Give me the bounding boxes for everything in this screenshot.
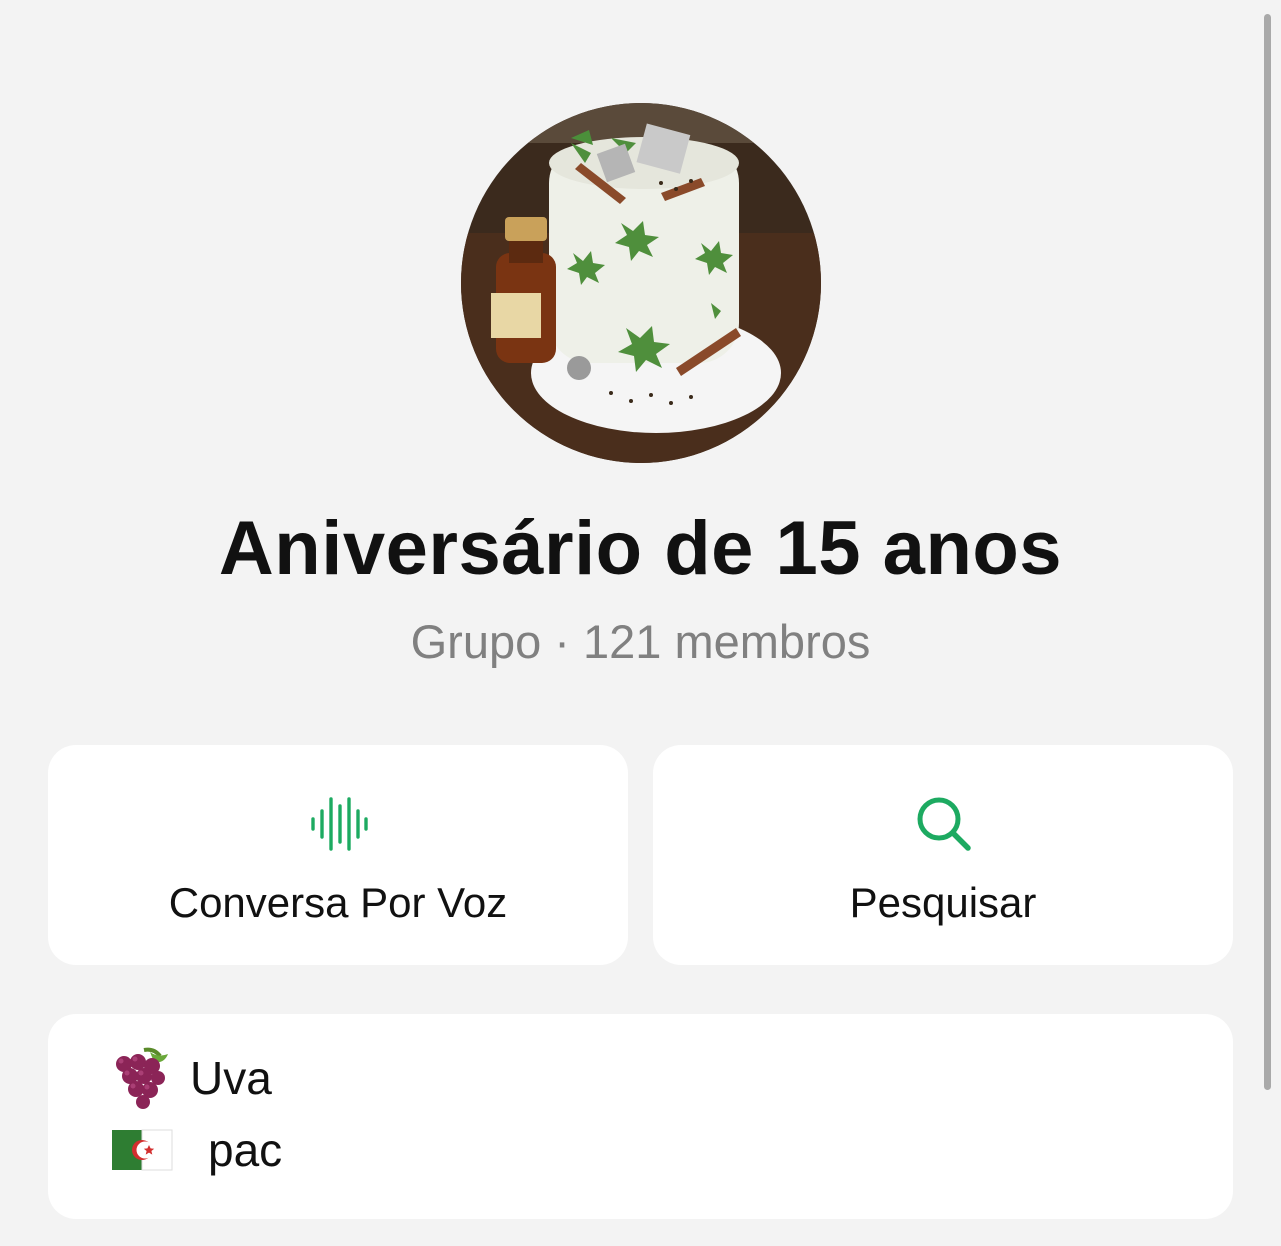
voice-waveform-icon (311, 797, 368, 851)
voice-chat-label: Conversa Por Voz (168, 879, 508, 926)
description-text: Uva (190, 1052, 272, 1104)
group-subtitle: Grupo · 121 membros (410, 615, 871, 668)
avatar-cake-image (461, 103, 821, 463)
group-avatar[interactable] (461, 103, 821, 463)
group-description[interactable]: Uva pac (48, 1014, 1233, 1219)
description-line: Uva (110, 1046, 272, 1110)
group-name[interactable]: Aniversário de 15 anos (0, 505, 1281, 592)
search-icon (917, 797, 971, 851)
description-text: pac (208, 1124, 283, 1176)
grapes-emoji-icon (116, 1047, 168, 1109)
search-button[interactable]: Pesquisar (653, 745, 1233, 965)
search-label: Pesquisar (849, 879, 1037, 926)
description-line: pac (110, 1118, 282, 1182)
algeria-flag-emoji-icon (112, 1129, 173, 1171)
voice-chat-button[interactable]: Conversa Por Voz (48, 745, 628, 965)
